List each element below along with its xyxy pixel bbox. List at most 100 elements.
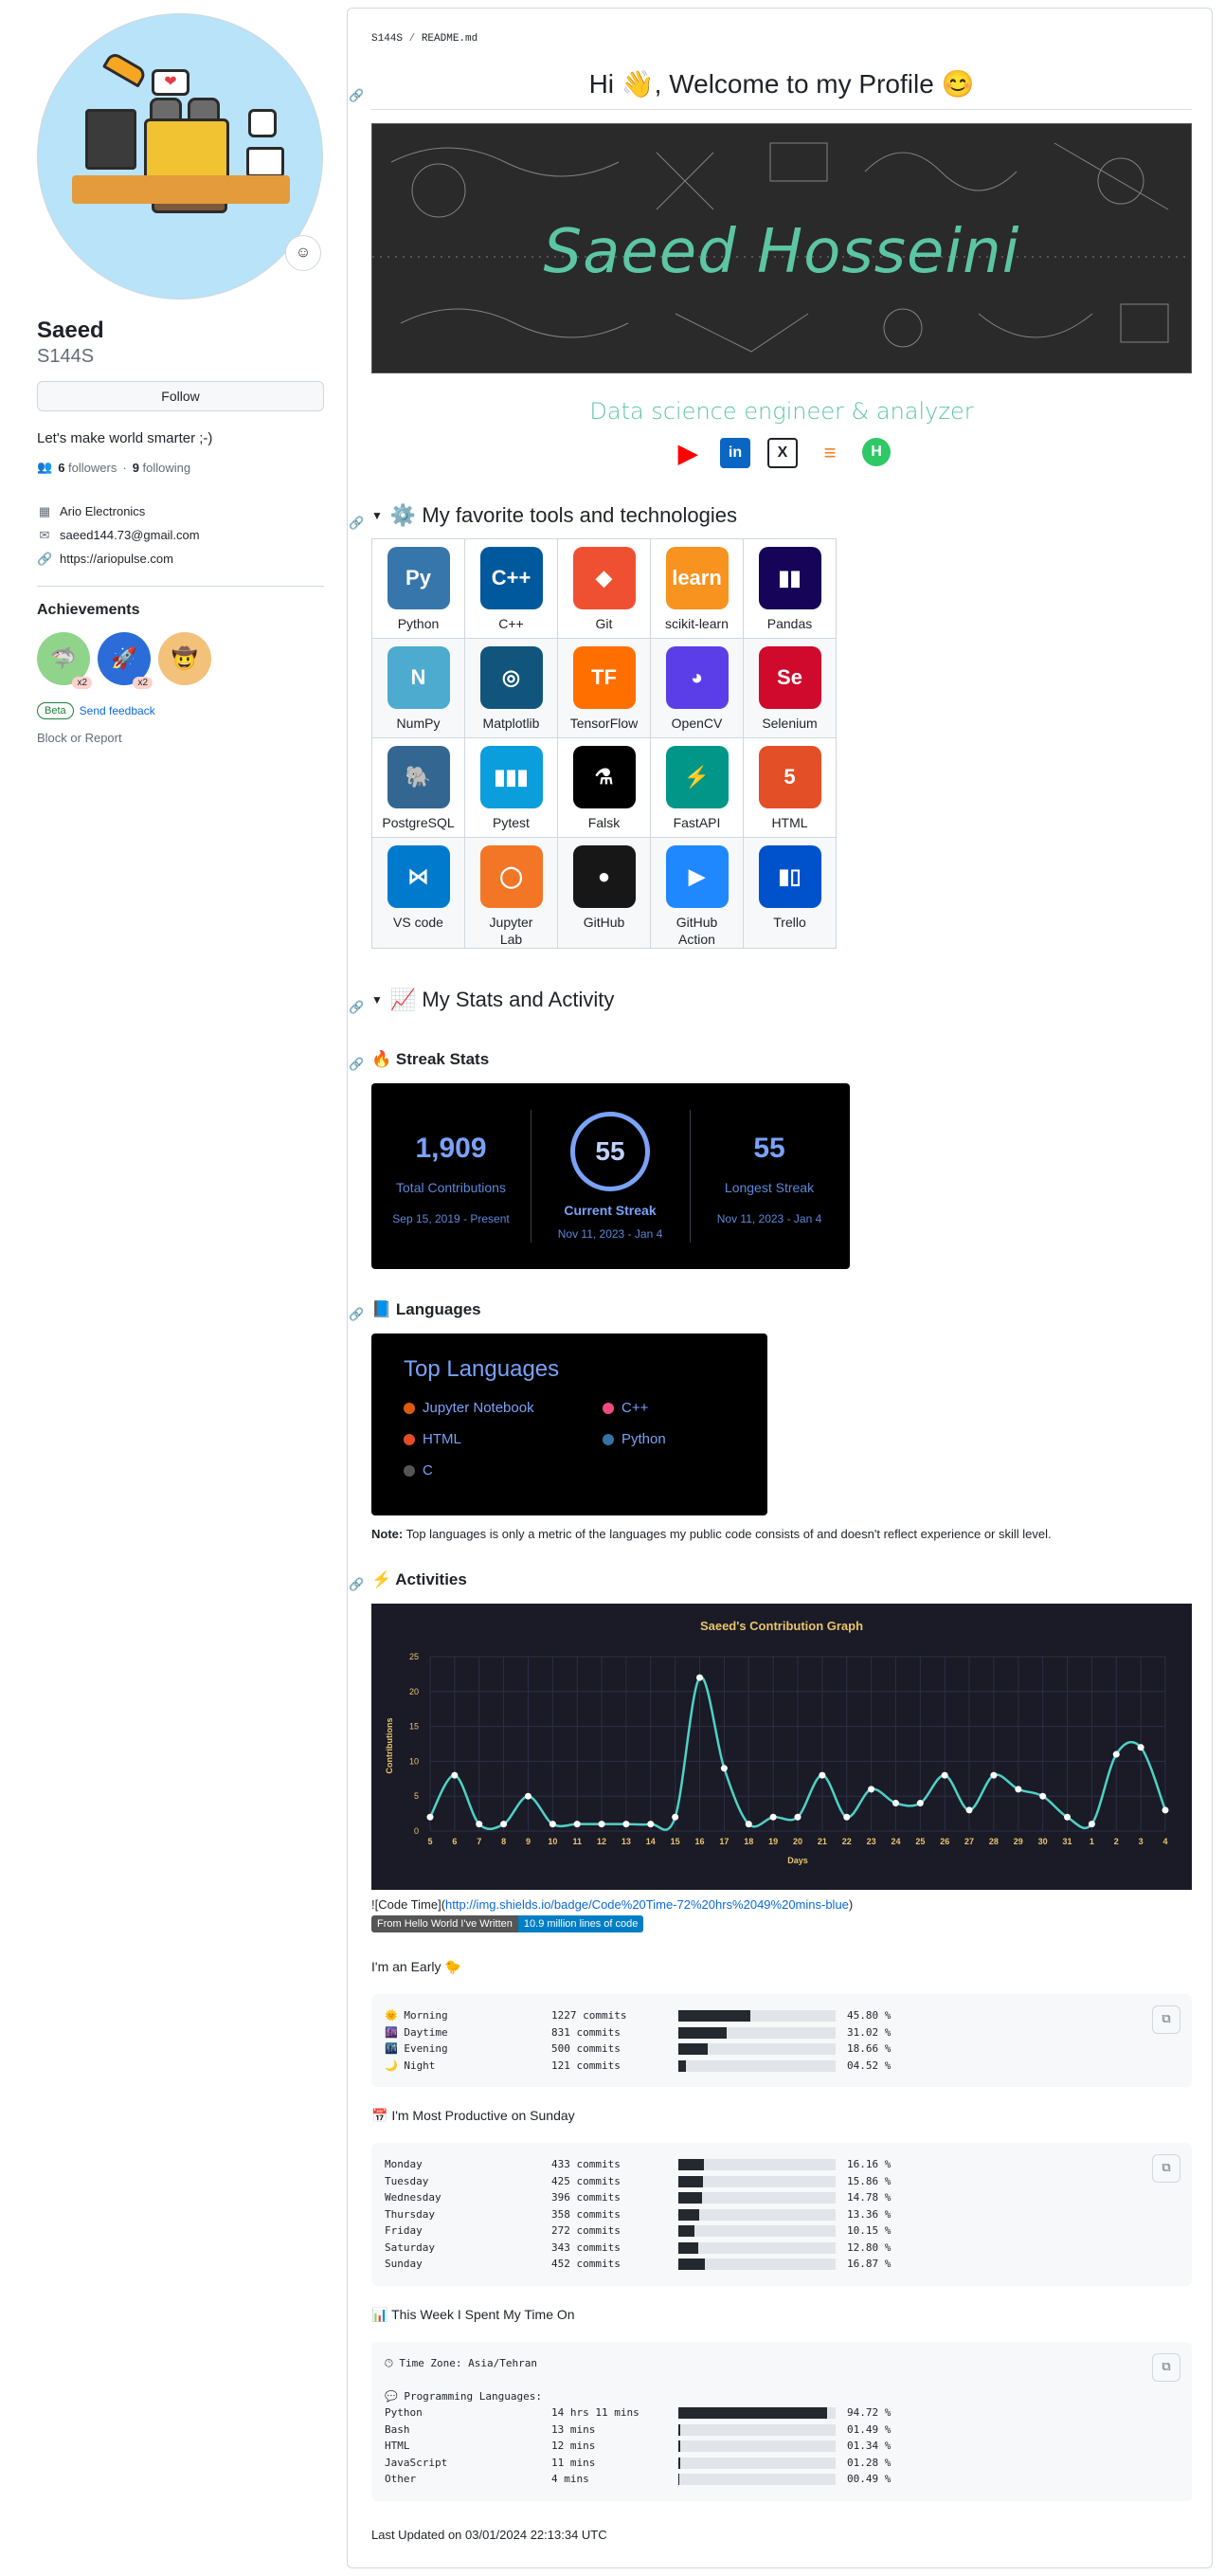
stat-percent: 31.02 % — [847, 2025, 892, 2039]
lamp-illustration — [101, 50, 149, 88]
tool-label: Jupyter Lab — [489, 915, 533, 947]
anchor-link-icon[interactable]: 🔗 — [349, 1052, 364, 1077]
x-tick-label: 15 — [671, 1837, 680, 1846]
data-point — [868, 1786, 875, 1793]
website-item[interactable]: 🔗 https://ariopulse.com — [37, 547, 324, 571]
following-link[interactable]: 9 following — [133, 461, 190, 475]
block-report-link[interactable]: Block or Report — [37, 731, 324, 745]
copy-icon[interactable]: ⧉ — [1152, 2005, 1180, 2034]
stat-progress-fill — [678, 2241, 699, 2254]
tool-label: Selenium — [762, 716, 818, 731]
tool-icon: C++ — [479, 547, 543, 609]
tool-label: TensorFlow — [569, 716, 639, 731]
gear-icon — [248, 109, 277, 137]
tool-cell: ● GitHub — [557, 837, 651, 949]
tool-label: C++ — [498, 616, 524, 631]
stat-label: Friday — [385, 2224, 423, 2237]
tool-icon: ◎ — [479, 646, 543, 709]
stat-label: Tuesday — [385, 2174, 429, 2187]
y-tick-label: 25 — [409, 1652, 419, 1661]
stat-percent: 14.78 % — [847, 2191, 892, 2204]
tool-label: Trello — [773, 915, 806, 930]
set-status-icon[interactable]: ☺ — [285, 235, 321, 271]
linkedin-icon[interactable]: in — [720, 438, 750, 468]
contribution-graph[interactable]: 0 5 10 15 20 25 5 6 7 8 9 10 11 12 13 14 15 16 17 18 19 20 21 2… — [371, 1604, 1192, 1890]
language-color-dot — [404, 1464, 415, 1477]
data-point — [916, 1800, 924, 1807]
anchor-link-icon[interactable]: 🔗 — [349, 508, 364, 538]
stat-label: Monday — [385, 2158, 423, 2170]
stat-label: Thursday — [385, 2207, 435, 2221]
streak-stats-card[interactable]: 1,909 Total Contributions Sep 15, 2019 -… — [371, 1083, 850, 1269]
x-twitter-icon[interactable]: X — [767, 438, 798, 468]
x-tick-label: 30 — [1038, 1837, 1048, 1846]
stackoverflow-icon[interactable]: ≡ — [815, 438, 845, 468]
y-tick-label: 5 — [414, 1791, 419, 1801]
followers-link[interactable]: 6 followers — [58, 461, 117, 475]
welcome-heading: 🔗 Hi 👋, Welcome to my Profile 😊 — [349, 65, 1192, 110]
timezone-line: 🕑︎ Time Zone: Asia/Tehran — [385, 2356, 538, 2369]
stat-row: HTML 12 mins 01.34 % — [385, 2438, 1179, 2455]
stat-percent: 94.72 % — [847, 2406, 892, 2419]
achievement-badge-yolo[interactable]: 🚀 x2 — [98, 632, 153, 689]
stat-value: 452 commits — [551, 2258, 621, 2270]
desk-illustration — [72, 175, 290, 204]
stats-heading: 🔗 ▼ 📈 My Stats and Activity — [349, 985, 1192, 1015]
youtube-icon[interactable]: ▶ — [673, 438, 703, 468]
data-point — [819, 1771, 826, 1779]
copy-icon[interactable]: ⧉ — [1152, 2154, 1180, 2183]
stat-label: HTML — [385, 2440, 410, 2452]
follow-button[interactable]: Follow — [37, 381, 324, 411]
languages-note: Note: Top languages is only a metric of … — [371, 1527, 1052, 1541]
language-item: Python — [603, 1431, 754, 1447]
code-time-link[interactable]: http://img.shields.io/badge/Code%20Time-… — [445, 1897, 849, 1912]
x-tick-label: 1 — [1090, 1837, 1094, 1846]
tool-icon: 🐘 — [387, 746, 450, 808]
tool-cell: ⚡ FastAPI — [650, 737, 744, 838]
hackerrank-icon[interactable]: H — [862, 438, 891, 466]
anchor-link-icon[interactable]: 🔗 — [349, 992, 364, 1023]
beta-badge: Beta — [37, 702, 74, 719]
achievement-badge-quickdraw[interactable]: 🤠 — [158, 632, 211, 685]
achievement-badge-pull-shark[interactable]: 🦈 x2 — [37, 632, 92, 689]
data-point — [1088, 1821, 1095, 1828]
data-point — [647, 1821, 655, 1828]
weekday-block: ⧉ Monday 433 commits 16.16 % Tuesday 425 com… — [371, 2143, 1192, 2286]
avatar[interactable]: ❤ — [37, 13, 323, 299]
anchor-link-icon[interactable]: 🔗 — [349, 77, 364, 115]
collapse-triangle-icon[interactable]: ▼ — [371, 500, 383, 531]
programming-languages-line: 💬 Programming Languages: — [385, 2389, 543, 2403]
top-languages-card[interactable]: Top Languages Jupyter Notebook C++ HTML Pyt… — [371, 1333, 767, 1515]
stat-progress-bar — [678, 2407, 836, 2419]
stat-label: JavaScript — [385, 2456, 448, 2469]
week-time-block: ⧉ 🕑︎ Time Zone: Asia/Tehran 💬 Programmin… — [371, 2341, 1192, 2501]
stat-percent: 15.86 % — [847, 2174, 892, 2187]
collapse-triangle-icon[interactable]: ▼ — [371, 985, 383, 1015]
anchor-link-icon[interactable]: 🔗 — [349, 1302, 364, 1327]
tool-icon: ▮▯ — [758, 845, 821, 908]
copy-icon[interactable]: ⧉ — [1152, 2352, 1180, 2382]
stat-percent: 12.80 % — [847, 2240, 892, 2254]
stat-progress-fill — [678, 2010, 751, 2022]
stat-row: Python 14 hrs 11 mins 94.72 % — [385, 2404, 1179, 2422]
stat-progress-bar — [678, 2259, 836, 2270]
tool-cell: N NumPy — [371, 638, 465, 738]
anchor-link-icon[interactable]: 🔗 — [349, 1572, 364, 1597]
email-item[interactable]: ✉ saeed144.73@gmail.com — [37, 523, 324, 547]
stat-row: Saturday 343 commits 12.80 % — [385, 2240, 1179, 2257]
tool-icon: ▮▮▮ — [479, 746, 543, 808]
send-feedback-link[interactable]: Send feedback — [80, 704, 155, 717]
x-tick-label: 8 — [501, 1837, 506, 1846]
language-item: HTML — [404, 1431, 603, 1447]
stat-value: 358 commits — [551, 2207, 621, 2221]
tool-label: scikit-learn — [665, 616, 729, 631]
tool-icon: N — [387, 646, 450, 709]
achievements-title: Achievements — [37, 602, 140, 618]
language-name: Python — [622, 1431, 666, 1447]
tool-cell: learn scikit-learn — [650, 538, 744, 639]
data-point — [426, 1813, 434, 1821]
language-color-dot — [603, 1433, 614, 1445]
tool-label: Falsk — [587, 815, 621, 830]
x-tick-label: 21 — [818, 1837, 827, 1846]
tool-icon: ⋈ — [387, 845, 450, 908]
